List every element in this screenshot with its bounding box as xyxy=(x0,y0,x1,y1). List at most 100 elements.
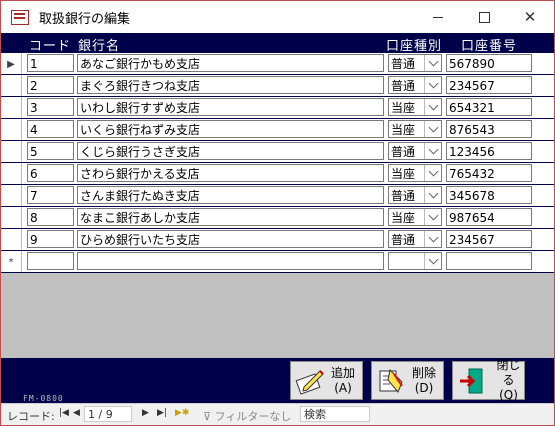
account-number-field[interactable]: 654321 xyxy=(446,98,532,116)
record-selector[interactable]: ▶ xyxy=(1,53,22,75)
code-field[interactable]: 9 xyxy=(27,230,74,248)
table-row[interactable]: 7 さんま銀行たぬき支店 普通 345678 xyxy=(1,185,554,207)
maximize-button[interactable] xyxy=(461,1,507,33)
account-number-field[interactable]: 765432 xyxy=(446,164,532,182)
account-number-field[interactable]: 123456 xyxy=(446,142,532,160)
record-navigator: レコード: |◀ ◀ 1 / 9 ▶ ▶| ▶✱ ⊽ フィルターなし 検索 xyxy=(1,403,554,425)
chevron-down-icon[interactable] xyxy=(424,231,441,247)
record-selector[interactable] xyxy=(1,97,22,119)
close-window-button[interactable]: ✕ xyxy=(507,1,553,33)
code-field[interactable]: 3 xyxy=(27,98,74,116)
close-button[interactable]: 閉じる (Q) xyxy=(452,358,525,402)
account-number-field[interactable]: 234567 xyxy=(446,76,532,94)
table-row[interactable]: 8 なまこ銀行あしか支店 当座 987654 xyxy=(1,207,554,229)
close-label: 閉じる xyxy=(496,358,521,387)
account-type-select[interactable]: 普通 xyxy=(388,230,442,248)
bank-name-field[interactable]: さわら銀行かえる支店 xyxy=(77,164,384,182)
minimize-button[interactable] xyxy=(415,1,461,33)
record-selector[interactable] xyxy=(1,229,22,251)
last-record-icon[interactable]: ▶| xyxy=(157,408,167,418)
record-selector[interactable] xyxy=(1,141,22,163)
first-record-icon[interactable]: |◀ xyxy=(59,408,69,418)
next-record-icon[interactable]: ▶ xyxy=(142,408,149,418)
code-field[interactable]: 2 xyxy=(27,76,74,94)
account-number-field[interactable]: 987654 xyxy=(446,208,532,226)
bank-name-field[interactable]: ひらめ銀行いたち支店 xyxy=(77,230,384,248)
code-field[interactable]: 6 xyxy=(27,164,74,182)
window: 取扱銀行の編集 ✕ コード 銀行名 口座種別 口座番号 ▶ 1 あなご銀行かもめ支店… xyxy=(0,0,555,426)
chevron-down-icon[interactable] xyxy=(424,77,441,93)
form-id: FM-0800 xyxy=(23,394,64,403)
table-row[interactable]: 4 いくら銀行ねずみ支店 当座 876543 xyxy=(1,119,554,141)
record-selector[interactable] xyxy=(1,207,22,229)
record-selector[interactable] xyxy=(1,163,22,185)
account-type-select[interactable] xyxy=(388,252,442,270)
column-header: コード 銀行名 口座種別 口座番号 xyxy=(1,33,554,54)
add-record-icon xyxy=(295,366,325,396)
title-bar: 取扱銀行の編集 ✕ xyxy=(1,1,554,33)
account-type-select[interactable]: 普通 xyxy=(388,142,442,160)
bank-name-field[interactable]: いわし銀行すずめ支店 xyxy=(77,98,384,116)
search-input[interactable]: 検索 xyxy=(300,406,370,422)
table-row[interactable]: 2 まぐろ銀行きつね支店 普通 234567 xyxy=(1,75,554,97)
code-field[interactable]: 5 xyxy=(27,142,74,160)
code-field[interactable] xyxy=(27,252,74,270)
header-account-number: 口座番号 xyxy=(461,39,518,54)
account-type-select[interactable]: 普通 xyxy=(388,76,442,94)
record-position-input[interactable]: 1 / 9 xyxy=(84,406,132,422)
chevron-down-icon[interactable] xyxy=(424,253,441,269)
record-selector[interactable]: * xyxy=(1,251,22,273)
exit-icon xyxy=(457,366,487,396)
account-number-field[interactable] xyxy=(446,252,532,270)
bank-name-field[interactable]: さんま銀行たぬき支店 xyxy=(77,186,384,204)
add-button[interactable]: 追加 (A) xyxy=(290,361,363,400)
chevron-down-icon[interactable] xyxy=(424,143,441,159)
bank-name-field[interactable]: いくら銀行ねずみ支店 xyxy=(77,120,384,138)
account-number-field[interactable]: 234567 xyxy=(446,230,532,248)
chevron-down-icon[interactable] xyxy=(424,99,441,115)
add-label: 追加 xyxy=(331,365,356,380)
chevron-down-icon[interactable] xyxy=(424,165,441,181)
table-row[interactable]: 9 ひらめ銀行いたち支店 普通 234567 xyxy=(1,229,554,251)
bank-name-field[interactable]: あなご銀行かもめ支店 xyxy=(77,54,384,72)
bank-name-field[interactable]: くじら銀行うさぎ支店 xyxy=(77,142,384,160)
account-type-select[interactable]: 普通 xyxy=(388,186,442,204)
previous-record-icon[interactable]: ◀ xyxy=(73,408,80,418)
table-row[interactable]: 6 さわら銀行かえる支店 当座 765432 xyxy=(1,163,554,185)
account-type-select[interactable]: 当座 xyxy=(388,164,442,182)
filter-icon: ⊽ xyxy=(203,410,215,423)
chevron-down-icon[interactable] xyxy=(424,187,441,203)
maximize-icon xyxy=(478,11,490,23)
table-row[interactable]: ▶ 1 あなご銀行かもめ支店 普通 567890 xyxy=(1,53,554,75)
account-number-field[interactable]: 876543 xyxy=(446,120,532,138)
account-number-field[interactable]: 345678 xyxy=(446,186,532,204)
record-selector[interactable] xyxy=(1,75,22,97)
new-record-row[interactable]: * xyxy=(1,251,554,273)
new-record-icon[interactable]: ▶✱ xyxy=(175,408,189,418)
code-field[interactable]: 7 xyxy=(27,186,74,204)
code-field[interactable]: 8 xyxy=(27,208,74,226)
chevron-down-icon[interactable] xyxy=(424,209,441,225)
delete-button[interactable]: 削除 (D) xyxy=(371,361,444,400)
account-type-select[interactable]: 当座 xyxy=(388,98,442,116)
table-row[interactable]: 3 いわし銀行すずめ支店 当座 654321 xyxy=(1,97,554,119)
header-account-type: 口座種別 xyxy=(386,39,443,54)
account-number-field[interactable]: 567890 xyxy=(446,54,532,72)
code-field[interactable]: 1 xyxy=(27,54,74,72)
code-field[interactable]: 4 xyxy=(27,120,74,138)
account-type-select[interactable]: 普通 xyxy=(388,54,442,72)
table-row[interactable]: 5 くじら銀行うさぎ支店 普通 123456 xyxy=(1,141,554,163)
delete-label: 削除 xyxy=(412,365,437,380)
chevron-down-icon[interactable] xyxy=(424,121,441,137)
account-type-select[interactable]: 当座 xyxy=(388,120,442,138)
bank-name-field[interactable] xyxy=(77,252,384,270)
record-selector[interactable] xyxy=(1,119,22,141)
record-selector[interactable] xyxy=(1,185,22,207)
account-type-select[interactable]: 当座 xyxy=(388,208,442,226)
chevron-down-icon[interactable] xyxy=(424,55,441,71)
header-bank-name: 銀行名 xyxy=(78,39,121,54)
bank-name-field[interactable]: なまこ銀行あしか支店 xyxy=(77,208,384,226)
bank-name-field[interactable]: まぐろ銀行きつね支店 xyxy=(77,76,384,94)
filter-status[interactable]: ⊽ フィルターなし xyxy=(203,408,291,424)
form-body: コード 銀行名 口座種別 口座番号 ▶ 1 あなご銀行かもめ支店 普通 567890 2 ま… xyxy=(1,33,554,358)
